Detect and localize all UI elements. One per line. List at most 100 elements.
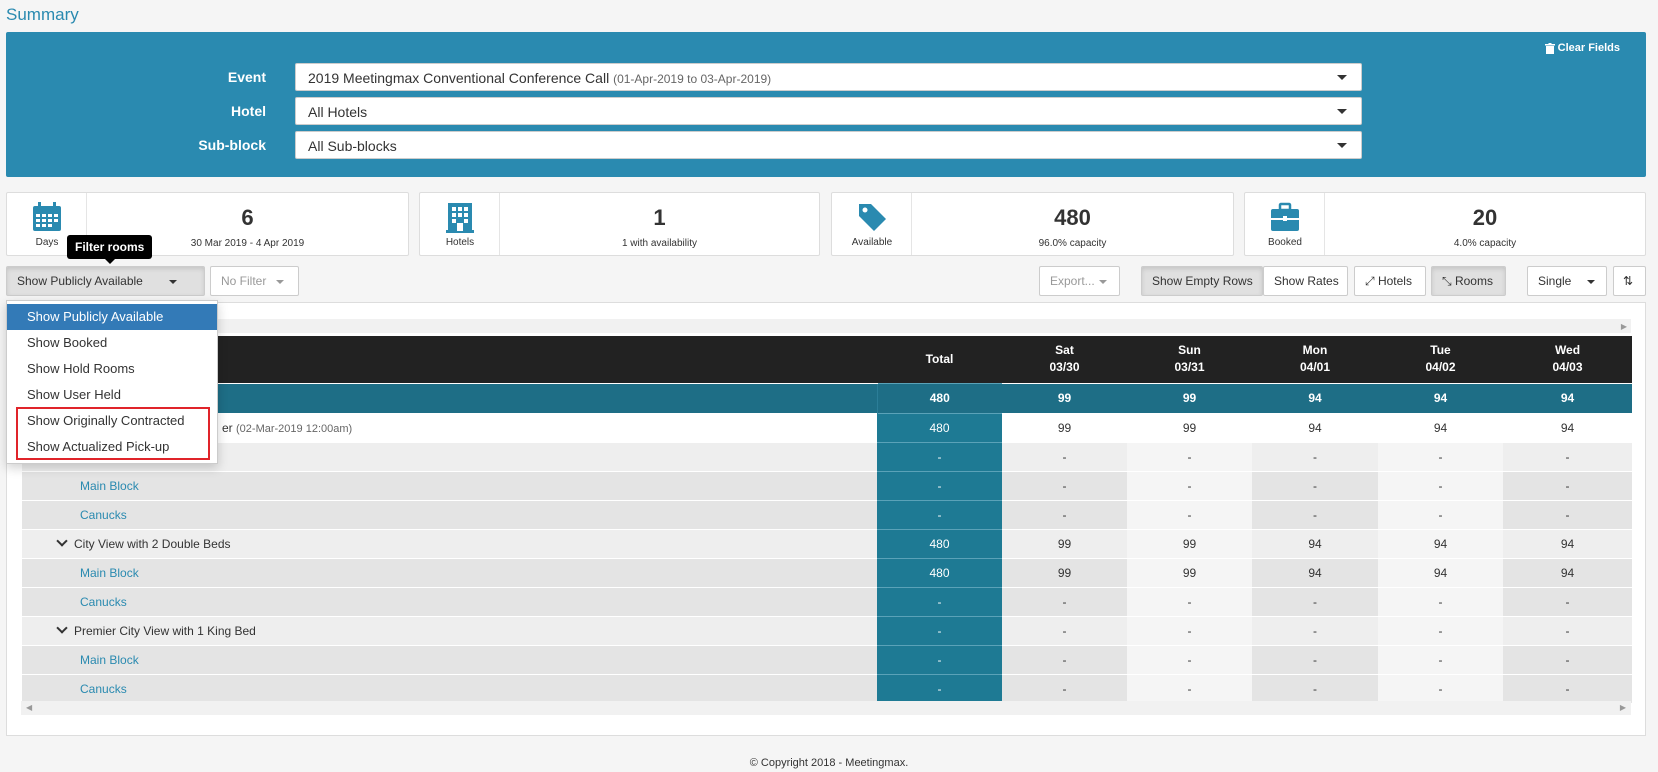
value-cell: - xyxy=(1503,586,1632,616)
value-cell: 94 xyxy=(1252,382,1378,413)
subblock-row: Sub-block All Sub-blocks xyxy=(6,131,1646,159)
row-name-cell: Premier City View with 1 King Bed xyxy=(22,615,877,645)
value-cell: - xyxy=(1378,441,1503,471)
no-filter-button[interactable]: No Filter xyxy=(210,266,299,296)
rooms-label: Rooms xyxy=(1454,274,1493,288)
hotels-button[interactable]: ⤢ Hotels xyxy=(1354,266,1426,296)
stat-label: Booked xyxy=(1268,237,1302,248)
value-cell: - xyxy=(1252,615,1378,645)
column-header-day: Sun 03/31 xyxy=(1127,336,1252,383)
subblock-select[interactable]: All Sub-blocks xyxy=(295,131,1362,159)
hotel-row: Hotel All Hotels xyxy=(6,97,1646,125)
sub-block-row[interactable]: Canucks - - - - - - xyxy=(22,586,1632,616)
export-label: Export... xyxy=(1050,274,1095,288)
summary-table: Total Sat 03/30 Sun 03/31 Mon 04/01 Tue 04/0… xyxy=(22,336,1632,703)
row-name-cell: Main Block xyxy=(22,557,877,587)
menu-item-show-actualized-pickup[interactable]: Show Actualized Pick-up xyxy=(7,434,217,460)
sub-block-link[interactable]: Canucks xyxy=(32,508,127,522)
show-rates-button[interactable]: Show Rates xyxy=(1263,266,1348,296)
hotel-name: er xyxy=(222,420,233,435)
stat-value: 1 xyxy=(653,205,666,230)
show-empty-rows-button[interactable]: Show Empty Rows xyxy=(1141,266,1263,296)
row-name-cell: City View with 2 Double Beds xyxy=(22,528,877,558)
hotel-value: All Hotels xyxy=(308,104,368,120)
column-header-day: Wed 04/03 xyxy=(1503,336,1632,383)
value-cell: 94 xyxy=(1378,382,1503,413)
value-cell: 99 xyxy=(1127,528,1252,558)
expand-icon: ⤢ xyxy=(1365,274,1375,288)
row-name-cell: Main Block xyxy=(22,644,877,674)
arrow-left-icon: ◀ xyxy=(26,703,33,712)
filter-select-button[interactable]: Show Publicly Available xyxy=(6,266,205,296)
rooms-button[interactable]: ⤡ Rooms xyxy=(1431,266,1506,296)
chevron-down-icon[interactable] xyxy=(56,621,68,634)
sub-block-link[interactable]: Main Block xyxy=(32,653,139,667)
hotel-label: Hotel xyxy=(231,103,266,119)
room-type-row[interactable]: Premier City View with 1 King Bed - - - - - - xyxy=(22,615,1632,645)
value-cell: - xyxy=(1127,673,1252,703)
export-button[interactable]: Export... xyxy=(1039,266,1120,296)
stat-value: 20 xyxy=(1472,205,1498,230)
show-rates-label: Show Rates xyxy=(1274,274,1339,288)
occupancy-select[interactable]: Single xyxy=(1527,266,1607,296)
building-icon xyxy=(445,203,474,233)
value-cell: - xyxy=(1378,644,1503,674)
column-header-day: Tue 04/02 xyxy=(1378,336,1503,383)
menu-item-show-originally-contracted[interactable]: Show Originally Contracted xyxy=(7,408,217,434)
event-label: Event xyxy=(227,69,266,85)
hotel-row[interactable]: er (02-Mar-2019 12:00am) 480 99 99 94 94… xyxy=(22,412,1632,442)
event-row: Event 2019 Meetingmax Conventional Confe… xyxy=(6,63,1646,91)
value-cell: - xyxy=(1252,644,1378,674)
occupancy-label: Single xyxy=(1538,274,1572,288)
hotel-date: (02-Mar-2019 12:00am) xyxy=(236,422,353,435)
hotel-select[interactable]: All Hotels xyxy=(295,97,1362,125)
menu-item-show-publicly-available[interactable]: Show Publicly Available xyxy=(7,304,217,330)
arrow-right-icon: ▶ xyxy=(1620,322,1627,331)
clear-fields-button[interactable]: Clear Fields xyxy=(1544,42,1620,54)
value-cell: - xyxy=(1002,615,1127,645)
room-type-row[interactable]: ------ xyxy=(22,441,1632,471)
sub-block-row[interactable]: Main Block 480 99 99 94 94 94 xyxy=(22,557,1632,587)
value-cell: 99 xyxy=(1002,412,1127,442)
horizontal-scrollbar[interactable]: ◀ ▶ xyxy=(21,701,1631,715)
sub-block-row[interactable]: Main Block - - - - - - xyxy=(22,644,1632,674)
menu-item-show-hold-rooms[interactable]: Show Hold Rooms xyxy=(7,356,217,382)
room-type-name: Premier City View with 1 King Bed xyxy=(74,623,256,638)
stat-sub: 4.0% capacity xyxy=(1453,238,1517,249)
page-title: Summary xyxy=(6,5,79,24)
value-cell: - xyxy=(1252,586,1378,616)
value-cell: - xyxy=(1127,586,1252,616)
top-scrollbar[interactable]: ▶ xyxy=(21,319,1631,333)
value-cell: - xyxy=(1002,673,1127,703)
sub-block-row[interactable]: Main Block - - - - - - xyxy=(22,470,1632,500)
total-cell: 480 xyxy=(877,528,1002,558)
hotels-label: Hotels xyxy=(1377,274,1412,288)
stat-card-booked: Booked 20 4.0% capacity xyxy=(1244,192,1646,256)
sub-block-link[interactable]: Canucks xyxy=(32,595,127,609)
sort-button[interactable]: ⇅ xyxy=(1613,266,1646,296)
filter-panel: Clear Fields Event 2019 Meetingmax Conve… xyxy=(6,32,1646,177)
row-name-cell: Canucks xyxy=(22,586,877,616)
sub-block-link[interactable]: Main Block xyxy=(32,479,139,493)
compress-icon: ⤡ xyxy=(1442,274,1452,288)
value-cell: - xyxy=(1252,470,1378,500)
chevron-down-icon xyxy=(1098,279,1107,284)
no-filter-label: No Filter xyxy=(221,274,267,288)
subblock-label: Sub-block xyxy=(198,137,266,153)
sub-block-row[interactable]: Canucks - - - - - - xyxy=(22,499,1632,529)
room-type-name: City View with 2 Double Beds xyxy=(74,536,231,551)
sub-block-link[interactable]: Canucks xyxy=(32,682,127,696)
value-cell: 94 xyxy=(1378,557,1503,587)
total-cell: - xyxy=(877,586,1002,616)
value-cell: - xyxy=(1127,615,1252,645)
value-cell: 99 xyxy=(1127,557,1252,587)
chevron-down-icon[interactable] xyxy=(56,534,68,547)
room-type-row[interactable]: City View with 2 Double Beds 480 99 99 94 94 9… xyxy=(22,528,1632,558)
menu-item-show-user-held[interactable]: Show User Held xyxy=(7,382,217,408)
event-select[interactable]: 2019 Meetingmax Conventional Conference … xyxy=(295,63,1362,91)
menu-item-show-booked[interactable]: Show Booked xyxy=(7,330,217,356)
sub-block-link[interactable]: Main Block xyxy=(32,566,139,580)
value-cell: - xyxy=(1378,615,1503,645)
sub-block-row[interactable]: Canucks - - - - - - xyxy=(22,673,1632,703)
value-cell: 94 xyxy=(1503,557,1632,587)
